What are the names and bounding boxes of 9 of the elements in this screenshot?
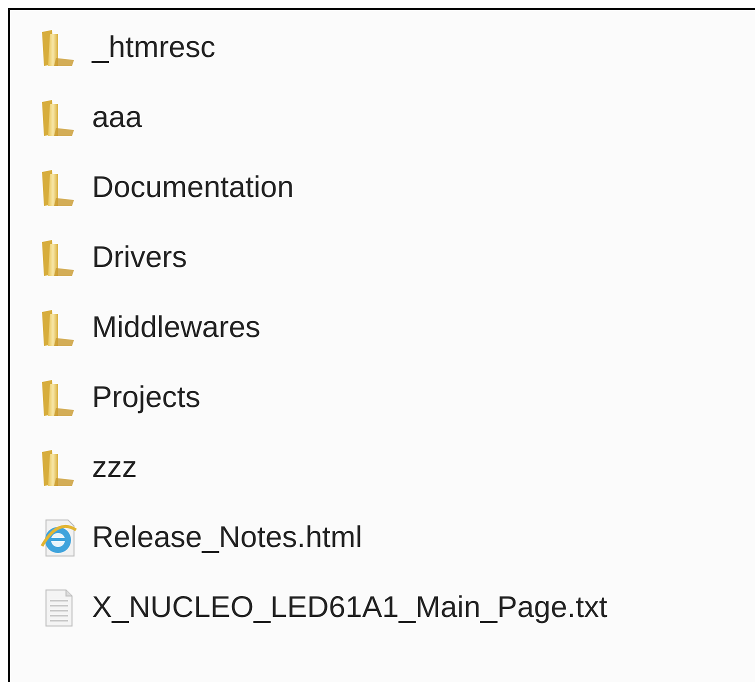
file-name[interactable]: Middlewares xyxy=(92,311,260,345)
file-name[interactable]: aaa xyxy=(92,101,142,135)
file-name[interactable]: _htmresc xyxy=(92,31,216,65)
file-name[interactable]: Projects xyxy=(92,381,200,415)
file-name[interactable]: Release_Notes.html xyxy=(92,521,362,555)
file-name[interactable]: Drivers xyxy=(92,241,187,275)
file-name[interactable]: Documentation xyxy=(92,171,294,205)
file-name[interactable]: zzz xyxy=(92,451,137,485)
file-name[interactable]: X_NUCLEO_LED61A1_Main_Page.txt xyxy=(92,591,608,625)
